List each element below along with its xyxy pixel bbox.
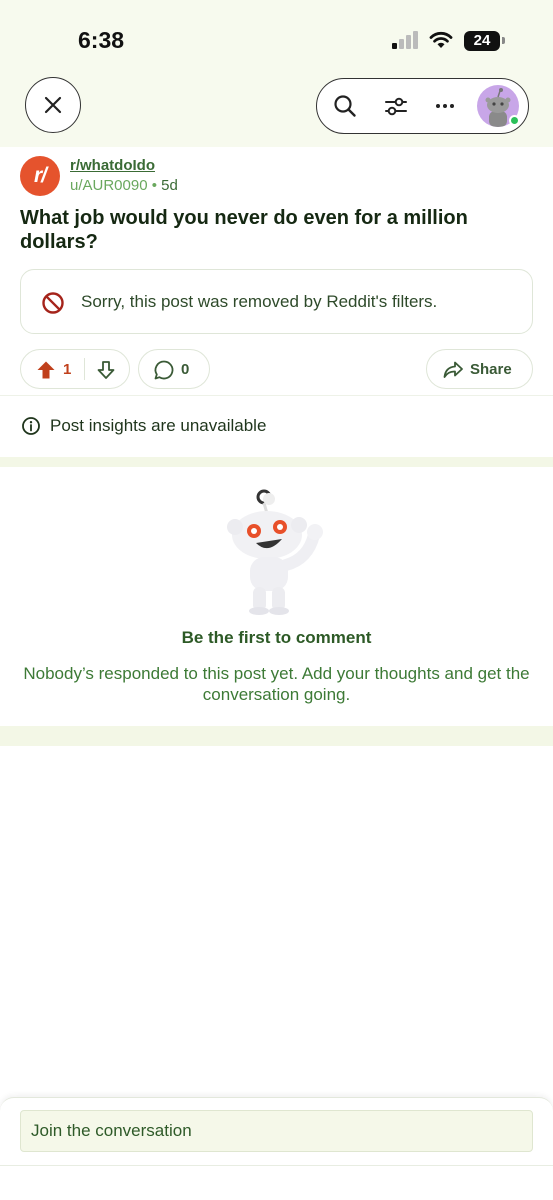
- sliders-icon: [385, 97, 407, 116]
- comment-count: 0: [181, 361, 190, 378]
- search-icon: [334, 95, 356, 117]
- comment-bubble-icon: [154, 360, 174, 380]
- subreddit-icon[interactable]: r/: [20, 156, 60, 196]
- divider: [0, 395, 553, 396]
- filter-button[interactable]: [383, 93, 409, 119]
- battery-cap: [502, 37, 505, 44]
- more-horizontal-icon: [436, 104, 454, 108]
- upvote-count: 1: [63, 361, 72, 378]
- toolbar-pill: [316, 78, 529, 134]
- post-meta: u/AUR0090 • 5d: [70, 177, 178, 194]
- post-insights-text: Post insights are unavailable: [50, 416, 267, 435]
- post-title: What job would you never do even for a m…: [20, 207, 468, 253]
- share-label: Share: [470, 361, 512, 378]
- share-arrow-icon: [443, 361, 463, 378]
- join-conversation-input[interactable]: Join the conversation: [20, 1110, 533, 1152]
- status-time: 6:38: [78, 27, 125, 53]
- downvote-icon[interactable]: [96, 360, 116, 380]
- snoo-mascot-icon: [227, 489, 323, 615]
- empty-state-text: Nobody’s responded to this post yet. Add…: [23, 664, 530, 704]
- info-icon: [22, 417, 40, 435]
- subreddit-name-link[interactable]: r/whatdoIdo: [70, 157, 155, 174]
- more-options-button[interactable]: [432, 93, 458, 119]
- removed-notice-text: Sorry, this post was removed by Reddit's…: [81, 292, 438, 311]
- wifi-icon: [429, 31, 453, 48]
- comment-composer-bar: Join the conversation: [0, 1097, 553, 1200]
- vote-divider: [84, 358, 85, 380]
- prohibited-icon: [42, 292, 64, 314]
- empty-state-title: Be the first to comment: [181, 628, 372, 647]
- section-divider-band-bottom: [0, 726, 553, 746]
- search-button[interactable]: [332, 93, 358, 119]
- section-divider-band: [0, 457, 553, 467]
- comments-button[interactable]: 0: [138, 349, 210, 389]
- composer-divider: [0, 1165, 553, 1166]
- cellular-signal-icon: [392, 30, 422, 52]
- battery-level: 24: [464, 31, 500, 51]
- close-button[interactable]: [25, 77, 81, 133]
- share-button[interactable]: Share: [426, 349, 533, 389]
- upvote-icon[interactable]: [36, 360, 56, 380]
- post-age: 5d: [161, 177, 178, 194]
- online-status-dot: [509, 115, 520, 126]
- vote-controls: 1: [20, 349, 130, 389]
- author-link[interactable]: u/AUR0090: [70, 177, 148, 194]
- close-icon: [44, 96, 62, 114]
- removed-notice: Sorry, this post was removed by Reddit's…: [20, 269, 533, 334]
- meta-separator: •: [151, 177, 157, 194]
